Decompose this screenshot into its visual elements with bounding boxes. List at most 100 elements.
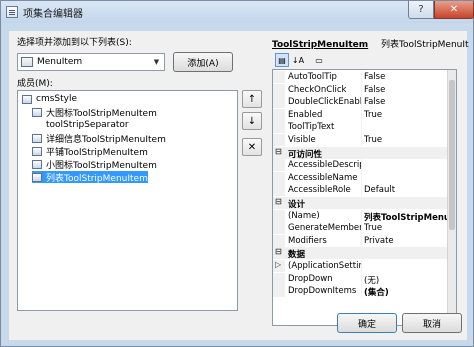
property-value[interactable]: (无) [364, 274, 456, 286]
property-grid-scrollbar[interactable] [447, 70, 456, 325]
property-row[interactable]: CheckOnClick False [273, 83, 456, 96]
property-name: AutoToolTip [288, 72, 337, 82]
property-row[interactable]: Modifiers Private [273, 234, 456, 247]
column-divider [361, 96, 362, 109]
ok-button[interactable]: 确定 [337, 313, 397, 333]
delete-button[interactable]: ✕ [242, 138, 262, 156]
select-item-label: 选择项并添加到以下列表(S): [17, 38, 132, 48]
property-row[interactable]: AccessibleName [273, 171, 456, 184]
combobox-value: MenuItem [37, 57, 83, 67]
member-item-label: 详细信息ToolStripMenuItem [46, 134, 166, 145]
member-item[interactable]: cmsStyle [22, 93, 77, 105]
close-button[interactable]: ✕ [434, 1, 474, 19]
property-pages-icon[interactable]: ▭ [312, 53, 326, 67]
property-row[interactable]: AccessibleRole Default [273, 184, 456, 197]
row-gutter [273, 285, 285, 298]
member-item-label: toolStripSeparator [46, 120, 129, 130]
property-name: DropDownItems [288, 286, 357, 297]
property-row[interactable]: DropDown (无) [273, 272, 456, 286]
member-item[interactable]: 平铺ToolStripMenuItem [32, 145, 148, 158]
property-row[interactable]: Visible True [273, 134, 456, 146]
property-category[interactable]: ⊟ 可访问性 [273, 146, 456, 160]
selected-type-name: ToolStripMenuItem [272, 40, 369, 50]
row-gutter [273, 159, 285, 172]
menu-item-icon [32, 159, 42, 169]
property-row[interactable]: (Name) 列表ToolStripMenuIt [273, 209, 456, 223]
collapse-icon[interactable]: ⊟ [275, 247, 282, 256]
alphabetical-sort-icon[interactable]: ↓A [291, 53, 305, 67]
property-name: (ApplicationSetting [288, 261, 361, 271]
row-gutter [273, 121, 285, 134]
property-row[interactable]: AccessibleDescrip [273, 159, 456, 172]
property-row[interactable]: ToolTipText [273, 121, 456, 134]
property-name: DoubleClickEnable [288, 97, 361, 108]
expand-icon[interactable]: ▷ [275, 260, 281, 269]
property-name: CheckOnClick [288, 84, 347, 95]
property-value[interactable]: True [364, 110, 456, 120]
row-gutter [273, 96, 285, 109]
member-item-label: 平铺ToolStripMenuItem [46, 147, 148, 158]
member-item-label: 大图标ToolStripMenuItem [46, 108, 157, 119]
column-divider [361, 184, 362, 197]
members-list[interactable]: cmsStyle 大图标ToolStripMenuItem toolStripSep… [17, 90, 238, 311]
property-row[interactable]: ▷ (ApplicationSetting [273, 260, 456, 272]
item-type-combobox[interactable]: MenuItem ▼ [17, 53, 165, 71]
collapse-icon[interactable]: ⊟ [275, 197, 282, 206]
column-divider [361, 171, 362, 184]
category-label: 可访问性 [288, 149, 323, 160]
menu-item-icon [21, 57, 33, 67]
property-value[interactable]: Private [364, 236, 456, 246]
property-value[interactable]: Default [364, 185, 456, 195]
property-row[interactable]: GenerateMember True [273, 222, 456, 235]
row-gutter [273, 108, 285, 121]
property-row[interactable]: AutoToolTip False [273, 71, 456, 83]
property-value[interactable]: (集合) [364, 286, 456, 298]
help-button[interactable]: ? [408, 1, 434, 19]
member-item[interactable]: 列表ToolStripMenuItem [32, 171, 148, 184]
menu-item-icon [32, 146, 42, 156]
column-divider [361, 272, 362, 285]
move-up-button[interactable]: ↑ [242, 90, 262, 108]
row-gutter [273, 83, 285, 96]
chevron-down-icon[interactable]: ▼ [149, 54, 164, 70]
categorized-icon[interactable]: ▤ [275, 53, 289, 67]
cancel-button[interactable]: 取消 [402, 313, 462, 333]
menu-item-icon [32, 172, 42, 182]
title-bar[interactable]: 项集合编辑器 ? ✕ [1, 1, 474, 23]
scrollbar-thumb[interactable] [449, 80, 455, 230]
menu-item-icon [32, 133, 42, 143]
collapse-icon[interactable]: ⊟ [275, 147, 282, 156]
selected-object-name: 列表ToolStripMenuIt [381, 40, 469, 50]
move-down-button[interactable]: ↓ [242, 112, 262, 130]
property-value[interactable]: False [364, 85, 456, 95]
property-name: AccessibleDescrip [288, 160, 361, 171]
column-divider [361, 108, 362, 121]
add-button[interactable]: 添加(A) [173, 52, 233, 72]
member-item[interactable]: 小图标ToolStripMenuItem [32, 158, 157, 171]
row-gutter [273, 234, 285, 247]
property-value[interactable]: False [364, 72, 456, 82]
window-title: 项集合编辑器 [23, 9, 83, 20]
property-grid-toolbar: ▤ ↓A ▭ [272, 52, 457, 68]
member-item[interactable]: toolStripSeparator [46, 119, 129, 131]
property-row[interactable]: DropDownItems (集合) [273, 285, 456, 298]
property-grid[interactable]: DropDownItems (集合) DropDown (无) ▷ (Applicatio… [272, 69, 457, 326]
property-row[interactable]: Enabled True [273, 108, 456, 121]
member-item[interactable]: 详细信息ToolStripMenuItem [32, 132, 166, 145]
property-value[interactable]: True [364, 135, 456, 145]
property-name: AccessibleRole [288, 185, 351, 196]
property-row[interactable]: DoubleClickEnable False [273, 96, 456, 109]
window-icon [6, 6, 18, 18]
column-divider [361, 285, 362, 298]
member-item[interactable]: 大图标ToolStripMenuItem [32, 106, 157, 119]
property-value[interactable]: False [364, 97, 456, 107]
property-value[interactable]: True [364, 223, 456, 233]
property-category[interactable]: ⊟ 数据 [273, 247, 456, 260]
column-divider [361, 71, 362, 83]
member-item-label: 小图标ToolStripMenuItem [46, 160, 157, 171]
members-label: 成员(M): [17, 79, 53, 89]
property-value[interactable]: 列表ToolStripMenuIt [364, 211, 456, 223]
property-category[interactable]: ⊟ 设计 [273, 197, 456, 210]
row-gutter [273, 71, 285, 83]
row-gutter [273, 184, 285, 197]
